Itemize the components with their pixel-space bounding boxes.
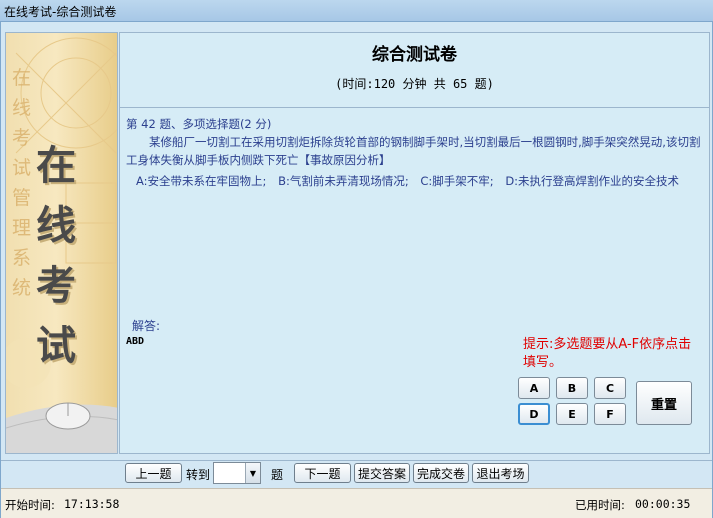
- mouse-icon: [6, 402, 117, 453]
- option-c: C:脚手架不牢;: [420, 174, 494, 188]
- title-bar: 在线考试-综合测试卷: [0, 0, 713, 22]
- exam-info: (时间:120 分钟 共 65 题): [335, 77, 494, 91]
- side-banner: 在线考试管理系统 在 线 考 试: [5, 32, 118, 454]
- banner-faint-text: 在线考试管理系统: [12, 67, 32, 299]
- question-header: 第 42 题、多项选择题(2 分): [126, 117, 272, 131]
- finish-exam-button[interactable]: 完成交卷: [413, 463, 469, 483]
- start-time-label: 开始时间:: [5, 498, 55, 512]
- main-window: 在线考试管理系统 在 线 考 试 综合测试卷 (时间:120 分钟 共 65 题…: [0, 22, 713, 518]
- start-time-value: 17:13:58: [64, 497, 120, 511]
- choice-e-button[interactable]: E: [556, 403, 588, 425]
- prev-question-button[interactable]: 上一题: [125, 463, 182, 483]
- banner-char-1: 在: [36, 142, 76, 189]
- hint-text: 提示:多选题要从A-F依序点击填写。: [523, 337, 692, 370]
- submit-answer-button[interactable]: 提交答案: [354, 463, 410, 483]
- next-question-button[interactable]: 下一题: [294, 463, 351, 483]
- question-block: 第 42 题、多项选择题(2 分) 某修船厂一切割工在采用切割炬拆除货轮首部的钢…: [126, 115, 701, 190]
- exam-panel: 综合测试卷 (时间:120 分钟 共 65 题) 第 42 题、多项选择题(2 …: [119, 32, 710, 454]
- answer-value: ABD: [126, 336, 145, 347]
- choice-b-button[interactable]: B: [556, 377, 588, 399]
- question-options: A:安全带未系在牢固物上; B:气割前未弄清现场情况; C:脚手架不牢; D:未…: [126, 172, 701, 190]
- window-title: 在线考试-综合测试卷: [4, 5, 117, 19]
- choice-a-button[interactable]: A: [518, 377, 550, 399]
- option-b: B:气割前未弄清现场情况;: [278, 174, 409, 188]
- elapsed-time-value: 00:00:35: [635, 497, 691, 511]
- reset-button[interactable]: 重置: [636, 381, 692, 425]
- elapsed-time-label: 已用时间:: [575, 498, 625, 512]
- option-a: A:安全带未系在牢固物上;: [136, 174, 267, 188]
- option-d: D:未执行登高焊割作业的安全技术: [505, 174, 680, 188]
- exit-exam-button[interactable]: 退出考场: [472, 463, 529, 483]
- nav-bar: 上一题 转到 ▼ 题 下一题 提交答案 完成交卷 退出考场: [1, 460, 712, 486]
- banner-char-2: 线: [36, 202, 76, 249]
- goto-label: 转到: [186, 468, 211, 482]
- choice-d-button[interactable]: D: [518, 403, 550, 425]
- banner-char-3: 考: [36, 262, 76, 309]
- question-body: 某修船厂一切割工在采用切割炬拆除货轮首部的钢制脚手架时,当切割最后一根圆钢时,脚…: [126, 135, 701, 167]
- choice-f-button[interactable]: F: [594, 403, 626, 425]
- banner-char-4: 试: [36, 322, 76, 369]
- goto-suffix: 题: [271, 468, 284, 482]
- chevron-down-icon[interactable]: ▼: [245, 463, 260, 483]
- exam-title: 综合测试卷: [372, 45, 457, 65]
- answer-label: 解答:: [132, 319, 161, 333]
- choice-c-button[interactable]: C: [594, 377, 626, 399]
- exam-header: 综合测试卷 (时间:120 分钟 共 65 题): [120, 33, 709, 108]
- goto-select[interactable]: ▼: [213, 462, 261, 484]
- status-bar: 开始时间: 17:13:58 已用时间: 00:00:35: [1, 488, 712, 518]
